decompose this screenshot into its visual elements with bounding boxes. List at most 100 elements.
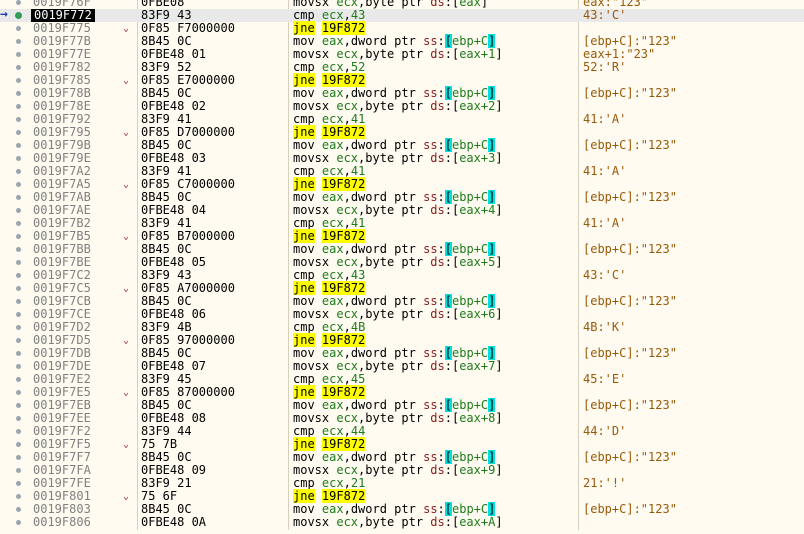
breakpoint-dot-icon[interactable]: [16, 481, 21, 486]
breakpoint-dot-icon[interactable]: [16, 221, 21, 226]
breakpoint-gutter[interactable]: [0, 243, 30, 256]
comment-cell[interactable]: [ebp+C]:"123": [583, 451, 677, 464]
breakpoint-gutter[interactable]: [0, 61, 30, 74]
breakpoint-gutter[interactable]: [0, 178, 30, 191]
breakpoint-gutter[interactable]: [0, 321, 30, 334]
breakpoint-dot-icon[interactable]: [16, 429, 21, 434]
breakpoint-dot-icon[interactable]: [16, 338, 21, 343]
breakpoint-gutter[interactable]: [0, 282, 30, 295]
breakpoint-dot-icon[interactable]: [16, 520, 21, 525]
jump-target[interactable]: 19F872: [321, 281, 366, 295]
breakpoint-gutter[interactable]: [0, 152, 30, 165]
breakpoint-dot-icon[interactable]: [16, 156, 21, 161]
disassembly-row[interactable]: 0019F7C2 83F9 43 cmp ecx,43 43:'C': [0, 269, 804, 282]
breakpoint-gutter[interactable]: [0, 165, 30, 178]
breakpoint-gutter[interactable]: [0, 295, 30, 308]
breakpoint-gutter[interactable]: [0, 425, 30, 438]
comment-cell[interactable]: 43:'C': [583, 9, 626, 22]
comment-cell[interactable]: 45:'E': [583, 373, 626, 386]
breakpoint-gutter[interactable]: [0, 334, 30, 347]
breakpoint-gutter[interactable]: [0, 22, 30, 35]
breakpoint-gutter[interactable]: [0, 113, 30, 126]
comment-cell[interactable]: [ebp+C]:"123": [583, 87, 677, 100]
breakpoint-gutter[interactable]: [0, 451, 30, 464]
disassembly-row[interactable]: 0019F7FE 83F9 21 cmp ecx,21 21:'!': [0, 477, 804, 490]
breakpoint-gutter[interactable]: →: [0, 8, 30, 22]
disassembly-row[interactable]: 0019F7BE 0FBE48 05 movsx ecx,byte ptr ds:[…: [0, 256, 804, 269]
disassembly-view[interactable]: 0019F76F 0FBE08 movsx ecx,byte ptr ds:[eax…: [0, 0, 804, 530]
breakpoint-gutter[interactable]: [0, 191, 30, 204]
disassembly-row[interactable]: 0019F77E 0FBE48 01 movsx ecx,byte ptr ds:[…: [0, 48, 804, 61]
disassembly-row[interactable]: 0019F782 83F9 52 cmp ecx,52 52:'R': [0, 61, 804, 74]
comment-cell[interactable]: 41:'A': [583, 113, 626, 126]
breakpoint-dot-icon[interactable]: [16, 208, 21, 213]
breakpoint-gutter[interactable]: [0, 347, 30, 360]
disassembly-row[interactable]: 0019F7FA 0FBE48 09 movsx ecx,byte ptr ds:[…: [0, 464, 804, 477]
comment-cell[interactable]: [ebp+C]:"123": [583, 503, 677, 516]
address-cell[interactable]: 0019F806: [33, 516, 91, 529]
jump-target[interactable]: 19F872: [321, 437, 366, 451]
breakpoint-dot-icon[interactable]: [16, 78, 21, 83]
disassembly-row[interactable]: 0019F7CE 0FBE48 06 movsx ecx,byte ptr ds:[…: [0, 308, 804, 321]
breakpoint-gutter[interactable]: [0, 204, 30, 217]
breakpoint-dot-icon[interactable]: [16, 312, 21, 317]
breakpoint-gutter[interactable]: [0, 373, 30, 386]
breakpoint-dot-icon[interactable]: [16, 247, 21, 252]
comment-cell[interactable]: [ebp+C]:"123": [583, 243, 677, 256]
breakpoint-gutter[interactable]: [0, 516, 30, 529]
breakpoint-gutter[interactable]: [0, 48, 30, 61]
disassembly-row[interactable]: 0019F792 83F9 41 cmp ecx,41 41:'A': [0, 113, 804, 126]
disassembly-row[interactable]: 0019F7AE 0FBE48 04 movsx ecx,byte ptr ds:[…: [0, 204, 804, 217]
breakpoint-dot-icon[interactable]: [16, 52, 21, 57]
breakpoint-dot-icon[interactable]: [15, 12, 22, 19]
breakpoint-gutter[interactable]: [0, 360, 30, 373]
disassembly-row[interactable]: 0019F7E2 83F9 45 cmp ecx,45 45:'E': [0, 373, 804, 386]
breakpoint-gutter[interactable]: [0, 399, 30, 412]
comment-cell[interactable]: 21:'!': [583, 477, 626, 490]
disassembly-row[interactable]: 0019F7F2 83F9 44 cmp ecx,44 44:'D': [0, 425, 804, 438]
jump-target[interactable]: 19F872: [321, 73, 366, 87]
comment-cell[interactable]: [ebp+C]:"123": [583, 295, 677, 308]
breakpoint-dot-icon[interactable]: [16, 442, 21, 447]
breakpoint-gutter[interactable]: [0, 386, 30, 399]
breakpoint-dot-icon[interactable]: [16, 468, 21, 473]
breakpoint-dot-icon[interactable]: [16, 455, 21, 460]
breakpoint-gutter[interactable]: [0, 412, 30, 425]
breakpoint-gutter[interactable]: [0, 126, 30, 139]
comment-cell[interactable]: 43:'C': [583, 269, 626, 282]
comment-cell[interactable]: 41:'A': [583, 217, 626, 230]
breakpoint-gutter[interactable]: [0, 100, 30, 113]
breakpoint-dot-icon[interactable]: [16, 39, 21, 44]
breakpoint-gutter[interactable]: [0, 87, 30, 100]
breakpoint-gutter[interactable]: [0, 464, 30, 477]
breakpoint-dot-icon[interactable]: [16, 351, 21, 356]
breakpoint-dot-icon[interactable]: [16, 143, 21, 148]
breakpoint-dot-icon[interactable]: [16, 286, 21, 291]
breakpoint-dot-icon[interactable]: [16, 65, 21, 70]
breakpoint-dot-icon[interactable]: [16, 403, 21, 408]
jump-target[interactable]: 19F872: [321, 125, 366, 139]
breakpoint-dot-icon[interactable]: [16, 299, 21, 304]
breakpoint-gutter[interactable]: [0, 74, 30, 87]
breakpoint-gutter[interactable]: [0, 269, 30, 282]
jump-target[interactable]: 19F872: [321, 489, 366, 503]
disassembly-row[interactable]: 0019F806 0FBE48 0A movsx ecx,byte ptr ds:[…: [0, 516, 804, 529]
disassembly-row[interactable]: 0019F7B2 83F9 41 cmp ecx,41 41:'A': [0, 217, 804, 230]
breakpoint-dot-icon[interactable]: [16, 325, 21, 330]
breakpoint-gutter[interactable]: [0, 490, 30, 503]
breakpoint-dot-icon[interactable]: [16, 416, 21, 421]
breakpoint-gutter[interactable]: [0, 308, 30, 321]
breakpoint-dot-icon[interactable]: [16, 494, 21, 499]
disassembly-row[interactable]: → 0019F772 83F9 43 cmp ecx,43 43:'C': [0, 8, 804, 22]
disassembly-row[interactable]: 0019F78E 0FBE48 02 movsx ecx,byte ptr ds:[…: [0, 100, 804, 113]
comment-cell[interactable]: [ebp+C]:"123": [583, 347, 677, 360]
breakpoint-dot-icon[interactable]: [16, 260, 21, 265]
disassembly-row[interactable]: 0019F79E 0FBE48 03 movsx ecx,byte ptr ds:[…: [0, 152, 804, 165]
jump-target[interactable]: 19F872: [321, 229, 366, 243]
breakpoint-gutter[interactable]: [0, 503, 30, 516]
disassembly-row[interactable]: 0019F7A2 83F9 41 cmp ecx,41 41:'A': [0, 165, 804, 178]
breakpoint-gutter[interactable]: [0, 477, 30, 490]
comment-cell[interactable]: 44:'D': [583, 425, 626, 438]
breakpoint-gutter[interactable]: [0, 139, 30, 152]
breakpoint-gutter[interactable]: [0, 438, 30, 451]
